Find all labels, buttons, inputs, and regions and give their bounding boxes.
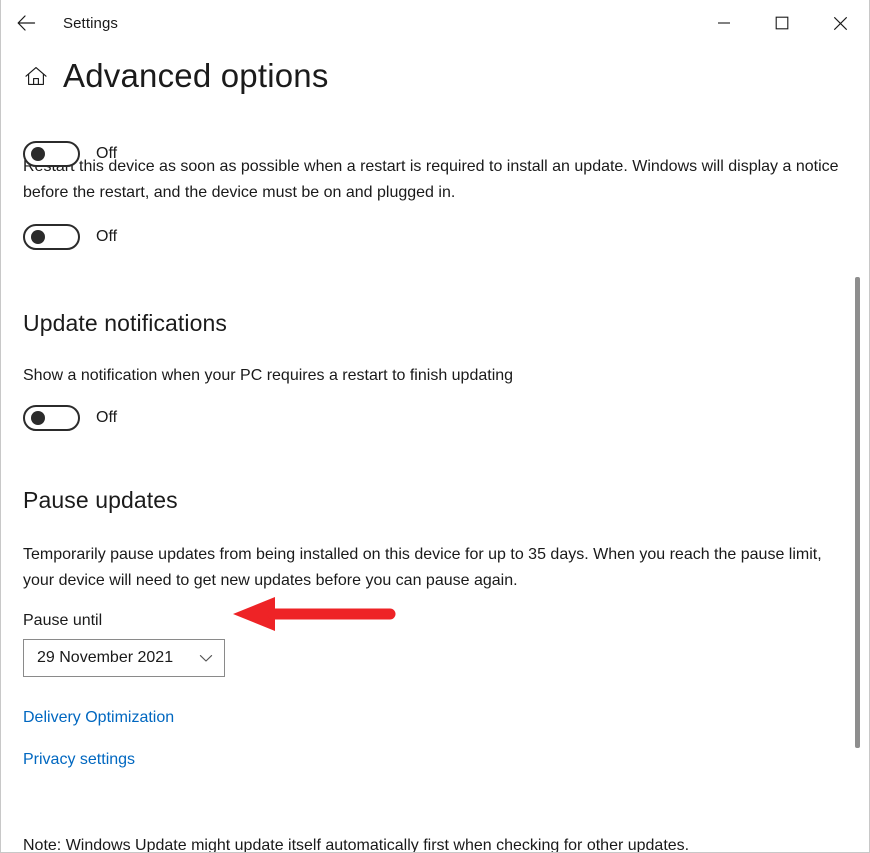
update-notifications-heading: Update notifications [23, 309, 228, 336]
restart-toggle-row: Off [23, 223, 839, 250]
pause-until-dropdown[interactable]: 29 November 2021 [23, 638, 225, 677]
update-notifications-description: Show a notification when your PC require… [23, 366, 514, 384]
auto-restart-toggle-row-clipped: Off [23, 141, 117, 167]
pause-updates-heading: Pause updates [23, 486, 178, 513]
scrollbar-thumb[interactable] [855, 277, 860, 748]
toggle-knob [31, 410, 45, 425]
restart-toggle[interactable] [23, 223, 80, 250]
back-arrow-icon [17, 15, 36, 31]
window-controls [695, 0, 869, 46]
app-title: Settings [63, 14, 118, 32]
minimize-button[interactable] [695, 0, 753, 46]
link-delivery-optimization[interactable]: Delivery Optimization [23, 709, 174, 727]
close-icon [833, 16, 847, 30]
update-notifications-toggle-label: Off [96, 408, 118, 426]
toggle-knob [31, 229, 45, 244]
toggle-knob [31, 147, 45, 161]
close-button[interactable] [811, 0, 869, 46]
pause-until-value: 29 November 2021 [37, 648, 174, 666]
titlebar: Settings [1, 0, 869, 46]
maximize-icon [775, 16, 789, 30]
restart-description: Restart this device as soon as possible … [23, 158, 839, 201]
auto-restart-toggle-label-clipped: Off [96, 145, 118, 162]
pause-updates-description: Temporarily pause updates from being ins… [23, 545, 822, 589]
update-notifications-toggle[interactable] [23, 404, 80, 431]
footer-note: Note: Windows Update might update itself… [23, 836, 690, 853]
update-notifications-toggle-row: Off [23, 404, 839, 431]
back-button[interactable] [3, 0, 49, 46]
page-title: Advanced options [63, 56, 329, 94]
link-privacy-settings[interactable]: Privacy settings [23, 751, 135, 769]
restart-toggle-label: Off [96, 227, 118, 245]
pause-until-label: Pause until [23, 611, 103, 629]
chevron-down-icon [199, 654, 213, 662]
maximize-button[interactable] [753, 0, 811, 46]
page-header: Advanced options [1, 46, 869, 104]
settings-content: Off Restart this device as soon as possi… [1, 141, 869, 853]
scrollbar[interactable] [851, 46, 863, 851]
auto-restart-toggle-clipped[interactable] [23, 141, 80, 167]
settings-window: Settings Advanced options Off Restart th… [0, 0, 870, 853]
minimize-icon [718, 22, 730, 24]
home-icon [23, 62, 49, 88]
